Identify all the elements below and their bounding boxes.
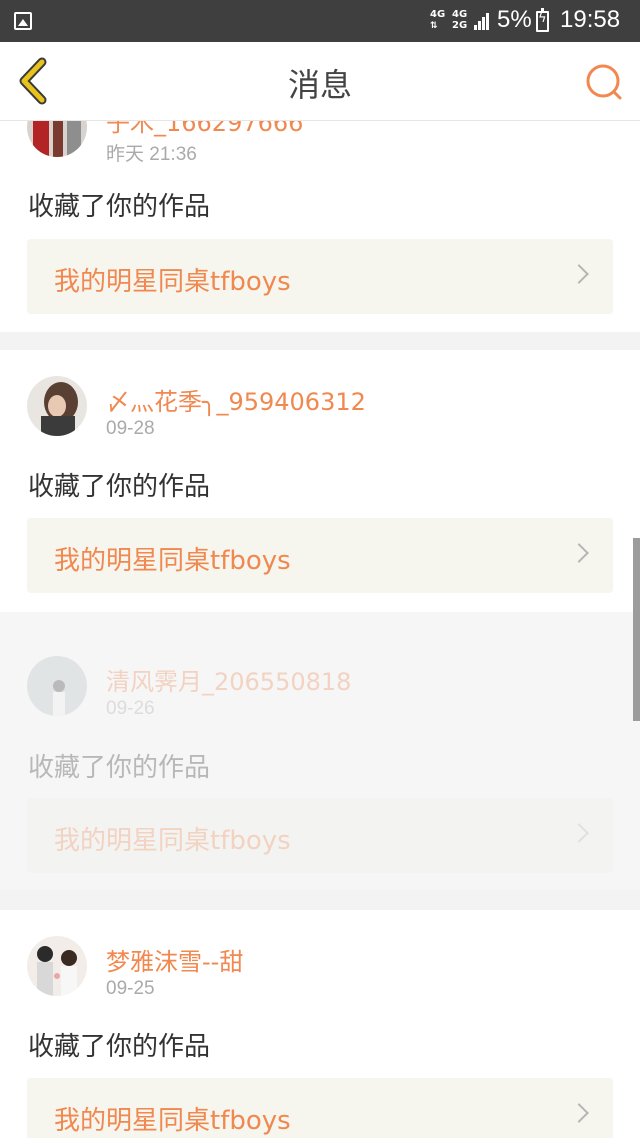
message-card: 梦雅沫雪--甜 09-25 收藏了你的作品 我的明星同桌tfboys [0, 910, 640, 1138]
action-text: 收藏了你的作品 [28, 753, 211, 783]
username[interactable]: 〆灬花季╮_959406312 [106, 382, 366, 417]
chevron-right-icon [569, 1103, 589, 1123]
battery-percent: 5% [497, 6, 532, 33]
work-title: 我的明星同桌tfboys [54, 826, 291, 856]
work-title: 我的明星同桌tfboys [54, 546, 291, 576]
battery-charging-icon [536, 8, 549, 32]
status-bar: 4G⇅ 4G2G 5% 19:58 [0, 0, 640, 42]
gallery-icon [14, 12, 32, 30]
page-title: 消息 [287, 66, 352, 104]
timestamp: 昨天 21:36 [106, 144, 197, 165]
action-text: 收藏了你的作品 [28, 1032, 211, 1062]
nav-header: 消息 [0, 42, 640, 121]
scrollbar[interactable] [633, 538, 640, 721]
search-icon [586, 64, 622, 100]
username[interactable]: 梦雅沫雪--甜 [106, 942, 243, 977]
timestamp: 09-25 [106, 978, 155, 999]
search-button[interactable] [584, 62, 624, 102]
avatar[interactable] [27, 936, 87, 996]
message-card: 子木_166297666 昨天 21:36 收藏了你的作品 我的明星同桌tfbo… [0, 121, 640, 332]
timestamp: 09-26 [106, 698, 155, 719]
chevron-right-icon [569, 264, 589, 284]
chevron-right-icon [569, 543, 589, 563]
message-list[interactable]: 子木_166297666 昨天 21:36 收藏了你的作品 我的明星同桌tfbo… [0, 121, 640, 1138]
work-link[interactable]: 我的明星同桌tfboys [27, 518, 613, 593]
message-card: 清风霁月_206550818 09-26 收藏了你的作品 我的明星同桌tfboy… [0, 612, 640, 890]
avatar[interactable] [27, 121, 87, 157]
work-link[interactable]: 我的明星同桌tfboys [27, 798, 613, 873]
action-text: 收藏了你的作品 [28, 472, 211, 502]
avatar[interactable] [27, 656, 87, 716]
avatar[interactable] [27, 376, 87, 436]
signal-icon [474, 12, 490, 30]
username[interactable]: 子木_166297666 [106, 121, 303, 138]
network-indicator-1: 4G ⇅ [430, 9, 446, 31]
network-indicator-2: 4G 2G [452, 9, 468, 31]
work-title: 我的明星同桌tfboys [54, 267, 291, 297]
action-text: 收藏了你的作品 [28, 192, 211, 222]
message-card: 〆灬花季╮_959406312 09-28 收藏了你的作品 我的明星同桌tfbo… [0, 350, 640, 612]
work-link[interactable]: 我的明星同桌tfboys [27, 239, 613, 314]
work-link[interactable]: 我的明星同桌tfboys [27, 1078, 613, 1138]
username[interactable]: 清风霁月_206550818 [106, 662, 351, 697]
chevron-right-icon [569, 823, 589, 843]
clock: 19:58 [560, 6, 621, 33]
timestamp: 09-28 [106, 418, 155, 439]
work-title: 我的明星同桌tfboys [54, 1106, 291, 1136]
